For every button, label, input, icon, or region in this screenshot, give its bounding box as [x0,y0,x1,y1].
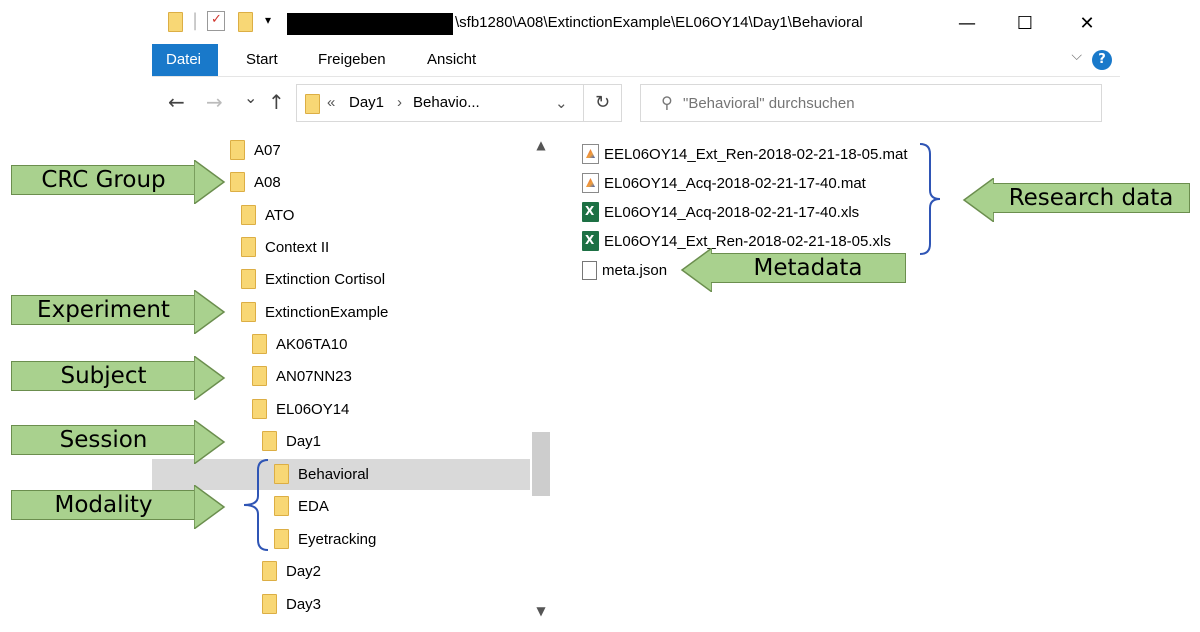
tree-item-eyetracking[interactable]: Eyetracking [274,527,376,551]
tree-item-an07nn23[interactable]: AN07NN23 [252,364,352,388]
minimize-button[interactable]: — [952,10,982,36]
crc-group-arrow: CRC Group [11,160,226,204]
tree-scrollbar[interactable]: ▲ ▼ [530,130,552,632]
folder-icon [262,431,277,451]
tree-item-day2[interactable]: Day2 [262,559,321,583]
subject-label: Subject [11,361,195,391]
folder-icon [252,334,267,354]
tree-item-el06oy14[interactable]: EL06OY14 [252,397,349,421]
tree-item-day3[interactable]: Day3 [262,592,321,616]
back-button[interactable]: ← [168,90,185,114]
folder-icon [274,529,289,549]
arrow-head-icon [194,356,226,400]
tab-datei[interactable]: Datei [152,44,218,76]
folder-icon [262,561,277,581]
folder-icon [262,594,277,614]
session-arrow: Session [11,420,226,464]
tree-item-eda[interactable]: EDA [274,494,329,518]
tree-item-extinctionexample[interactable]: ExtinctionExample [241,300,388,324]
ribbon: Datei Start Freigeben Ansicht ⌵ ? [152,44,1120,77]
tree-item-ak06ta10[interactable]: AK06TA10 [252,332,347,356]
folder-icon [274,464,289,484]
scrollbar-thumb[interactable] [532,432,550,496]
breadcrumb-behavioral[interactable]: Behavio... [413,94,480,111]
recent-locations-button[interactable]: ⌄ [244,88,257,107]
ribbon-expand-icon[interactable]: ⌵ [1071,48,1082,64]
search-icon: ⚲ [661,93,673,112]
tree-item-ato[interactable]: ATO [241,203,294,227]
tree-item-behavioral[interactable]: Behavioral [274,462,369,486]
scroll-up-icon[interactable]: ▲ [530,138,552,158]
redacted-path-segment [287,13,453,35]
maximize-button[interactable]: ☐ [1010,10,1040,36]
window-title-path: \sfb1280\A08\ExtinctionExample\EL06OY14\… [455,14,863,31]
folder-icon [241,302,256,322]
experiment-arrow: Experiment [11,290,226,334]
file-item[interactable]: EL06OY14_Acq-2018-02-21-17-40.xls [582,200,859,224]
tab-freigeben[interactable]: Freigeben [318,44,386,76]
address-bar[interactable]: « Day1 › Behavio... ⌄ [296,84,584,122]
matlab-file-icon [582,144,599,164]
arrow-head-icon [962,178,994,222]
excel-file-icon [582,202,599,222]
address-dropdown-icon[interactable]: ⌄ [555,94,568,112]
navigation-bar: ← → ⌄ ↑ « Day1 › Behavio... ⌄ ↻ ⚲ [152,78,1120,128]
scroll-down-icon[interactable]: ▼ [530,604,552,624]
excel-file-icon [582,231,599,251]
arrow-head-icon [194,160,226,204]
search-input[interactable] [683,91,1083,115]
matlab-file-icon [582,173,599,193]
arrow-head-icon [194,420,226,464]
folder-icon [230,172,245,192]
subject-arrow: Subject [11,356,226,400]
help-icon[interactable]: ? [1092,50,1112,70]
breadcrumb-day1[interactable]: Day1 [349,94,384,111]
research-data-brace [919,143,941,255]
folder-icon [241,269,256,289]
modality-brace [243,459,269,551]
session-label: Session [11,425,195,455]
forward-button[interactable]: → [206,90,223,114]
modality-arrow: Modality [11,485,226,529]
folder-icon [168,12,183,32]
text-file-icon [582,260,597,280]
tab-ansicht[interactable]: Ansicht [427,44,476,76]
folder-icon [241,205,256,225]
folder-icon [230,140,245,160]
research-data-arrow: Research data [962,178,1190,222]
metadata-label: Metadata [711,253,906,283]
refresh-button[interactable]: ↻ [584,84,622,122]
modality-label: Modality [11,490,195,520]
arrow-head-icon [680,248,712,292]
tab-start[interactable]: Start [246,44,278,76]
customize-quick-access-icon[interactable]: ▾ [265,13,271,35]
new-folder-icon[interactable] [238,12,253,32]
folder-icon [274,496,289,516]
folder-icon [252,399,267,419]
search-box[interactable]: ⚲ [640,84,1102,122]
tree-item-a07[interactable]: A07 [230,138,281,162]
arrow-head-icon [194,290,226,334]
file-item[interactable]: EL06OY14_Acq-2018-02-21-17-40.mat [582,171,866,195]
breadcrumb-separator: › [397,94,402,111]
file-item[interactable]: EEL06OY14_Ext_Ren-2018-02-21-18-05.mat [582,142,908,166]
arrow-head-icon [194,485,226,529]
divider: | [192,10,199,31]
file-item[interactable]: meta.json [582,258,667,282]
folder-icon [305,94,320,114]
up-button[interactable]: ↑ [268,90,285,114]
tree-item-extinction-cortisol[interactable]: Extinction Cortisol [241,267,385,291]
folder-icon [252,366,267,386]
tree-item-context-ii[interactable]: Context II [241,235,329,259]
tree-item-day1[interactable]: Day1 [262,429,321,453]
breadcrumb-overflow[interactable]: « [327,94,335,111]
folder-icon [241,237,256,257]
tree-item-a08[interactable]: A08 [230,170,281,194]
experiment-label: Experiment [11,295,195,325]
research-data-label: Research data [993,183,1190,213]
metadata-arrow: Metadata [680,248,908,292]
properties-icon[interactable]: ✓ [207,11,225,31]
crc-group-label: CRC Group [11,165,195,195]
close-button[interactable]: ✕ [1072,10,1102,36]
